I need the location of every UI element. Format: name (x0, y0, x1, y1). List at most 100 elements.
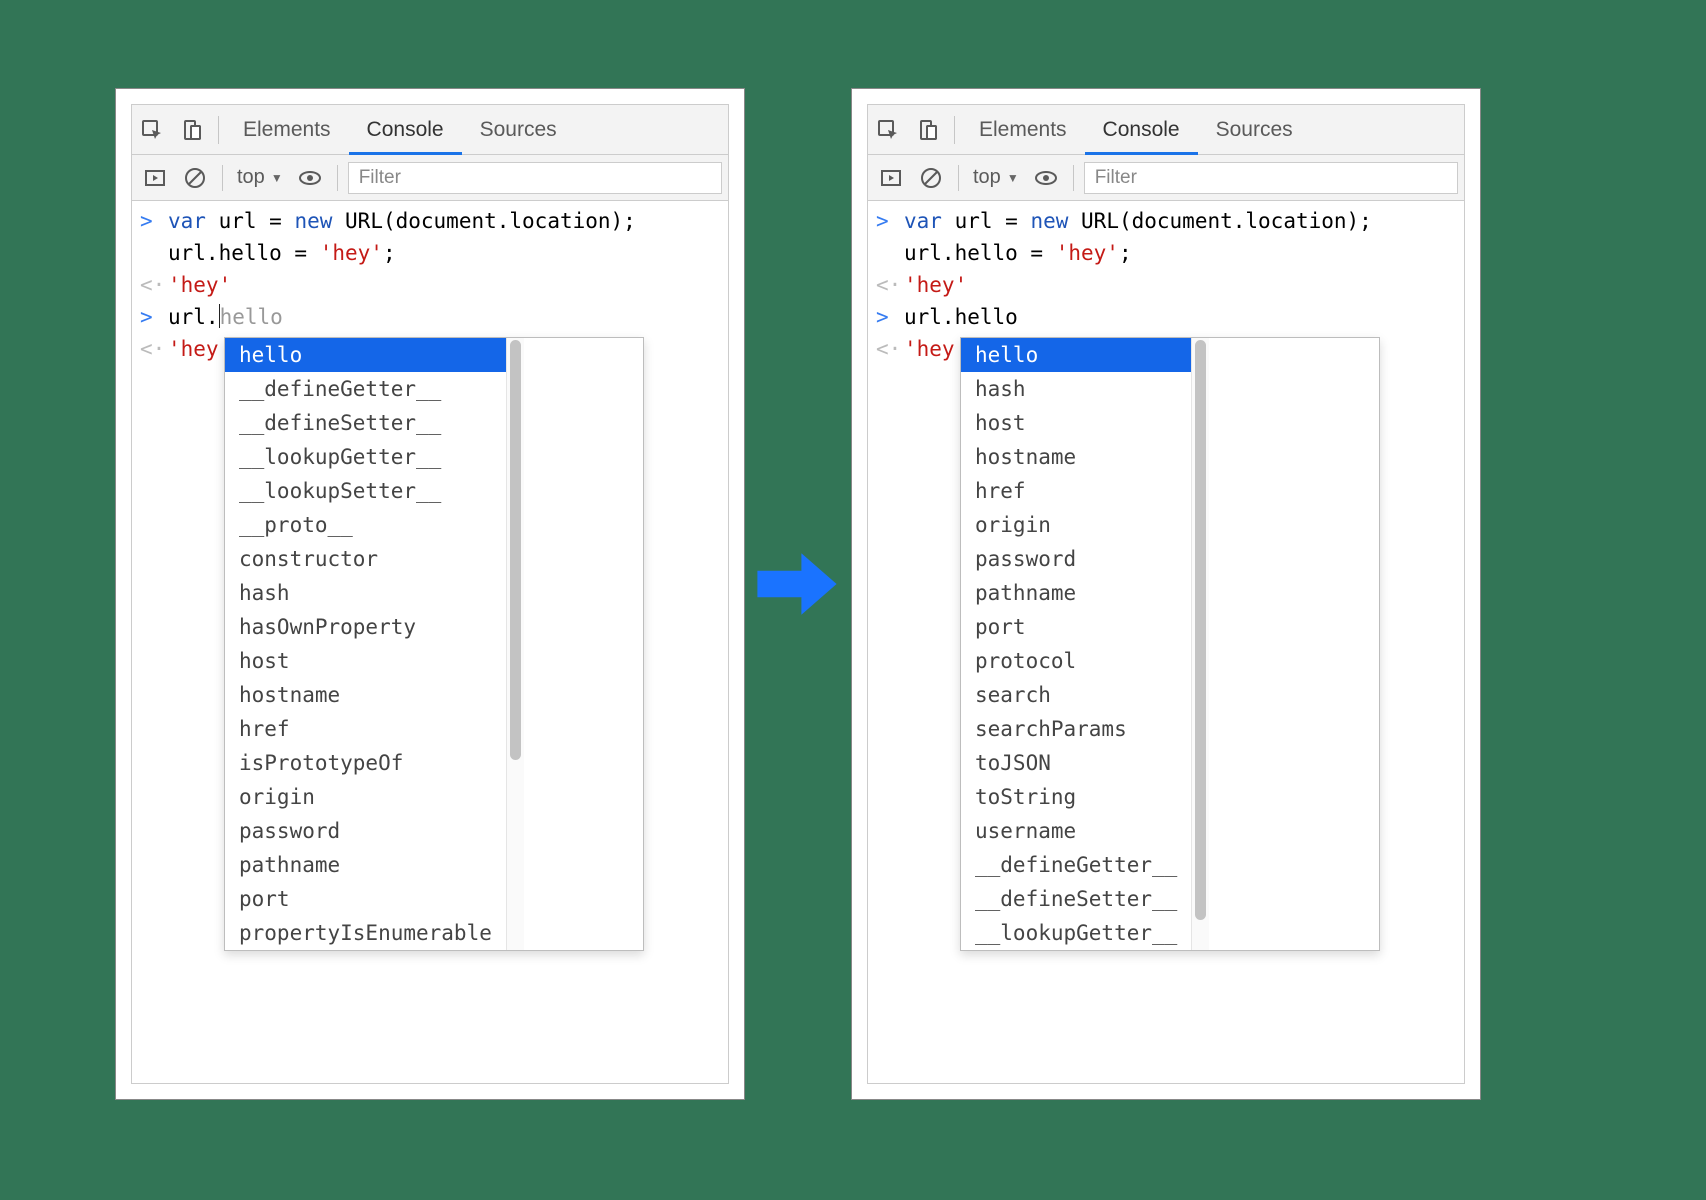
scrollbar[interactable] (506, 338, 524, 950)
autocomplete-item[interactable]: constructor (225, 542, 506, 576)
separator (958, 165, 959, 191)
autocomplete-item[interactable]: host (225, 644, 506, 678)
autocomplete-item[interactable]: href (225, 712, 506, 746)
inspect-element-icon[interactable] (132, 105, 172, 155)
inspect-element-icon[interactable] (868, 105, 908, 155)
autocomplete-item[interactable]: toString (961, 780, 1191, 814)
console-body[interactable]: > var url = new URL(document.location); … (868, 201, 1464, 1083)
device-toolbar-icon[interactable] (172, 105, 212, 155)
tab-sources[interactable]: Sources (1198, 105, 1311, 155)
autocomplete-item[interactable]: host (961, 406, 1191, 440)
output-value: 'hey' (168, 333, 231, 365)
autocomplete-item[interactable]: isPrototypeOf (225, 746, 506, 780)
autocomplete-popup[interactable]: hello__defineGetter____defineSetter____l… (224, 337, 644, 951)
autocomplete-list: hello__defineGetter____defineSetter____l… (225, 338, 506, 950)
autocomplete-item[interactable]: __lookupSetter__ (225, 474, 506, 508)
filter-placeholder: Filter (359, 167, 401, 189)
tab-sources[interactable]: Sources (462, 105, 575, 155)
devtools-window-right: Elements Console Sources top ▼ Filter (851, 88, 1481, 1100)
filter-input[interactable]: Filter (348, 162, 722, 194)
autocomplete-item[interactable]: username (961, 814, 1191, 848)
autocomplete-item[interactable]: password (961, 542, 1191, 576)
console-input-row: url.hello = 'hey'; (132, 237, 728, 269)
tab-elements[interactable]: Elements (961, 105, 1085, 155)
console-toolbar: top ▼ Filter (132, 155, 728, 201)
output-value: 'hey' (904, 269, 967, 301)
autocomplete-item[interactable]: __defineSetter__ (225, 406, 506, 440)
autocomplete-item[interactable]: __lookupGetter__ (225, 440, 506, 474)
prompt-icon: > (140, 301, 168, 333)
autocomplete-item[interactable]: toJSON (961, 746, 1191, 780)
autocomplete-item[interactable]: __proto__ (225, 508, 506, 542)
autocomplete-item[interactable]: port (961, 610, 1191, 644)
context-selector[interactable]: top ▼ (969, 166, 1023, 189)
autocomplete-item[interactable]: href (961, 474, 1191, 508)
autocomplete-item[interactable]: hostname (961, 440, 1191, 474)
console-toolbar: top ▼ Filter (868, 155, 1464, 201)
console-input-row: > var url = new URL(document.location); (868, 205, 1464, 237)
clear-console-icon[interactable] (914, 161, 948, 195)
code-line: url.hello (168, 301, 283, 333)
scrollbar-thumb[interactable] (1195, 340, 1206, 920)
code-line: url.hello = 'hey'; (168, 237, 396, 269)
console-input-row: url.hello = 'hey'; (868, 237, 1464, 269)
toggle-sidebar-icon[interactable] (138, 161, 172, 195)
device-toolbar-icon[interactable] (908, 105, 948, 155)
autocomplete-item[interactable]: __defineSetter__ (961, 882, 1191, 916)
autocomplete-item[interactable]: hasOwnProperty (225, 610, 506, 644)
live-expression-icon[interactable] (1029, 161, 1063, 195)
tab-console[interactable]: Console (349, 105, 462, 155)
code-line: url.hello (904, 301, 1018, 333)
autocomplete-item[interactable]: hash (961, 372, 1191, 406)
autocomplete-item[interactable]: origin (225, 780, 506, 814)
output-value: 'hey' (168, 269, 231, 301)
console-input-row: > url.hello (132, 301, 728, 333)
gutter-blank (140, 237, 168, 269)
devtools-inner: Elements Console Sources top ▼ Filter (867, 104, 1465, 1084)
output-icon: <· (140, 269, 168, 301)
scrollbar[interactable] (1191, 338, 1209, 950)
autocomplete-item[interactable]: searchParams (961, 712, 1191, 746)
output-value: 'hey' (904, 333, 967, 365)
toggle-sidebar-icon[interactable] (874, 161, 908, 195)
prompt-icon: > (140, 205, 168, 237)
output-icon: <· (140, 333, 168, 365)
console-input-row: > url.hello (868, 301, 1464, 333)
autocomplete-item[interactable]: port (225, 882, 506, 916)
separator (337, 165, 338, 191)
clear-console-icon[interactable] (178, 161, 212, 195)
context-selector[interactable]: top ▼ (233, 166, 287, 189)
autocomplete-item[interactable]: pathname (961, 576, 1191, 610)
separator (222, 165, 223, 191)
prompt-icon: > (876, 301, 904, 333)
autocomplete-item[interactable]: hostname (225, 678, 506, 712)
autocomplete-item[interactable]: search (961, 678, 1191, 712)
autocomplete-popup[interactable]: hellohashhosthostnamehreforiginpasswordp… (960, 337, 1380, 951)
autocomplete-item[interactable]: hash (225, 576, 506, 610)
autocomplete-item[interactable]: propertyIsEnumerable (225, 916, 506, 950)
context-label: top (973, 166, 1001, 189)
scrollbar-thumb[interactable] (510, 340, 521, 760)
tab-elements[interactable]: Elements (225, 105, 349, 155)
autocomplete-item[interactable]: __lookupGetter__ (961, 916, 1191, 950)
autocomplete-item[interactable]: protocol (961, 644, 1191, 678)
devtools-window-left: Elements Console Sources top ▼ Filter (115, 88, 745, 1100)
autocomplete-item[interactable]: password (225, 814, 506, 848)
gutter-blank (876, 237, 904, 269)
autocomplete-item[interactable]: __defineGetter__ (225, 372, 506, 406)
chevron-down-icon: ▼ (271, 171, 283, 185)
autocomplete-item[interactable]: pathname (225, 848, 506, 882)
output-icon: <· (876, 333, 904, 365)
live-expression-icon[interactable] (293, 161, 327, 195)
console-output-row: <· 'hey' (132, 269, 728, 301)
autocomplete-item[interactable]: hello (961, 338, 1191, 372)
console-body[interactable]: > var url = new URL(document.location); … (132, 201, 728, 1083)
autocomplete-item[interactable]: hello (225, 338, 506, 372)
autocomplete-item[interactable]: __defineGetter__ (961, 848, 1191, 882)
filter-input[interactable]: Filter (1084, 162, 1458, 194)
tab-bar: Elements Console Sources (132, 105, 728, 155)
tab-console[interactable]: Console (1085, 105, 1198, 155)
autocomplete-item[interactable]: origin (961, 508, 1191, 542)
separator (218, 116, 219, 144)
separator (1073, 165, 1074, 191)
